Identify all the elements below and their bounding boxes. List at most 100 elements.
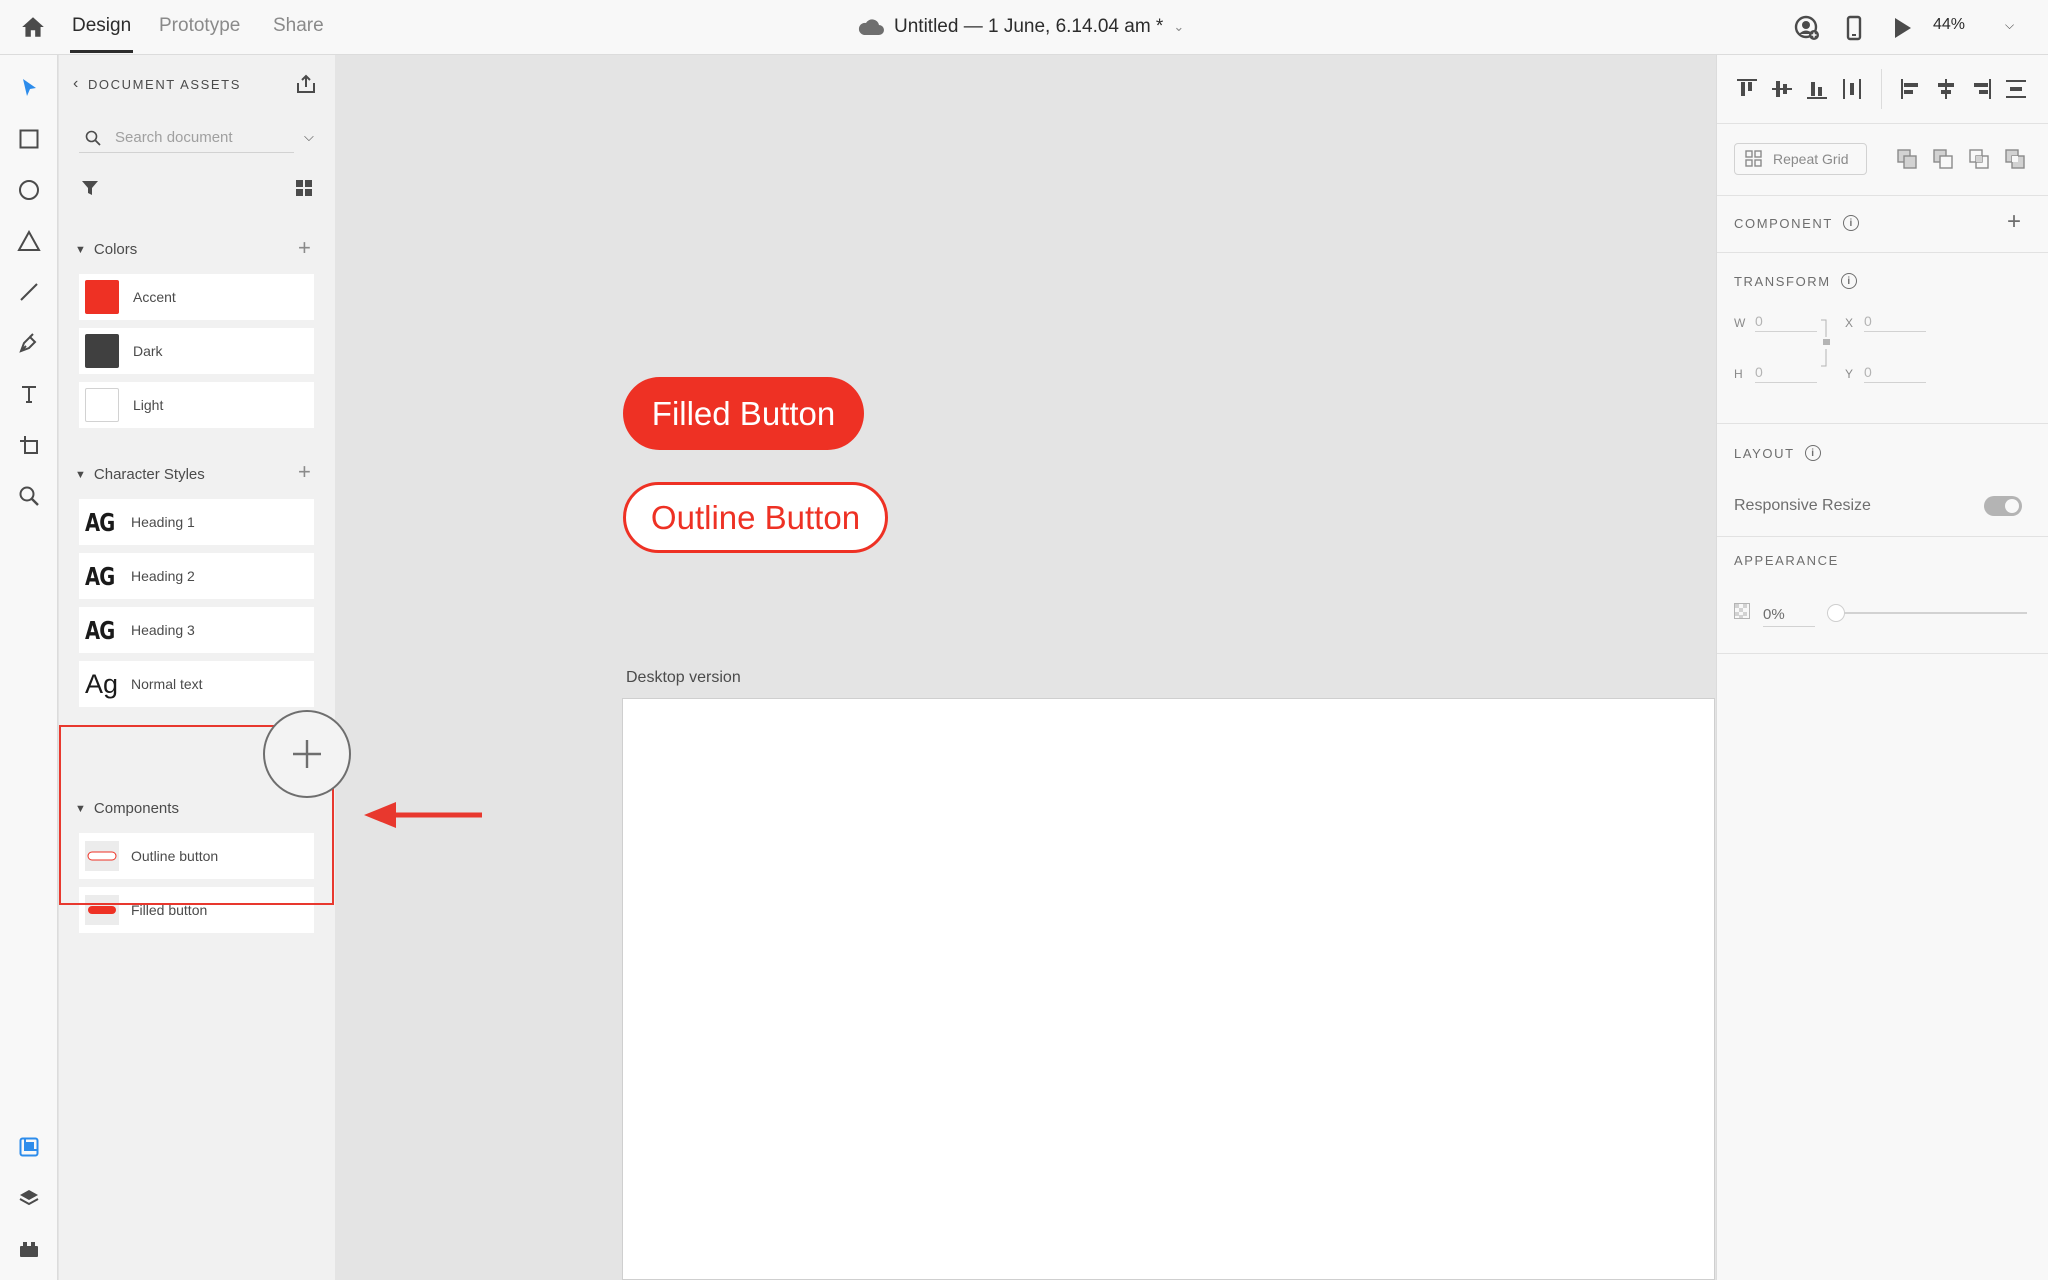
document-title[interactable]: Untitled — 1 June, 6.14.04 am * ⌄ <box>858 14 1184 40</box>
subtract-boolean-icon[interactable] <box>1931 147 1955 171</box>
info-icon[interactable]: i <box>1840 273 1857 289</box>
plus-icon <box>293 740 321 768</box>
text-icon[interactable] <box>14 379 44 409</box>
lock-aspect-icon[interactable] <box>1821 319 1831 367</box>
pen-icon[interactable] <box>14 328 44 358</box>
align-bottom-icon[interactable] <box>1803 75 1831 103</box>
select-icon[interactable] <box>14 73 44 103</box>
align-middle-icon[interactable] <box>1768 75 1796 103</box>
color-item-accent[interactable]: Accent <box>79 274 314 320</box>
exclude-boolean-icon[interactable] <box>2003 147 2027 171</box>
distribute-horizontal-icon[interactable] <box>2002 75 2030 103</box>
artboard-icon[interactable] <box>14 430 44 460</box>
component-label: Outline button <box>131 848 219 864</box>
cloud-icon <box>858 19 884 35</box>
add-component-button[interactable] <box>263 710 351 798</box>
repeat-grid-button[interactable]: Repeat Grid <box>1734 143 1867 175</box>
plugins-icon[interactable] <box>14 1234 44 1264</box>
style-preview: AG <box>85 615 115 645</box>
component-item-filled-button[interactable]: Filled button <box>79 887 314 933</box>
x-field[interactable] <box>1864 310 1926 332</box>
color-item-dark[interactable]: Dark <box>79 328 314 374</box>
components-section-toggle[interactable]: ▼ Components <box>75 800 179 817</box>
character-style-item[interactable]: AG Heading 1 <box>79 499 314 545</box>
color-swatch <box>85 388 119 422</box>
components-section-title: Components <box>93 800 179 817</box>
align-left-icon[interactable] <box>1897 75 1925 103</box>
section-divider <box>1717 653 2048 654</box>
component-item-outline-button[interactable]: Outline button <box>79 833 314 879</box>
line-icon[interactable] <box>14 277 44 307</box>
style-preview: AG <box>85 561 115 591</box>
color-label: Light <box>133 397 164 413</box>
y-field[interactable] <box>1864 361 1926 383</box>
play-icon[interactable] <box>1888 14 1916 42</box>
colors-section-toggle[interactable]: ▼ Colors <box>75 241 137 258</box>
transform-section: TRANSFORM i <box>1734 273 1857 289</box>
user-add-icon[interactable] <box>1793 14 1821 42</box>
tab-share[interactable]: Share <box>273 15 324 37</box>
opacity-slider-track[interactable] <box>1827 612 2027 614</box>
home-icon[interactable] <box>20 14 46 40</box>
character-style-item[interactable]: AG Heading 3 <box>79 607 314 653</box>
distribute-vertical-icon[interactable] <box>1838 75 1866 103</box>
layout-title: LAYOUT <box>1734 445 1795 461</box>
color-item-light[interactable]: Light <box>79 382 314 428</box>
tab-design[interactable]: Design <box>69 15 134 53</box>
info-icon[interactable]: i <box>1804 445 1821 461</box>
layout-section: LAYOUT i <box>1734 445 1821 461</box>
transform-title: TRANSFORM <box>1734 273 1831 289</box>
filled-button-component[interactable]: Filled Button <box>623 377 864 450</box>
share-icon[interactable] <box>295 73 317 95</box>
repeat-grid-icon <box>1745 150 1762 167</box>
add-boolean-icon[interactable] <box>1895 147 1919 171</box>
section-divider <box>1717 423 2048 424</box>
layers-icon[interactable] <box>14 1183 44 1213</box>
zoom-dropdown[interactable]: 44% ⌵ <box>1933 16 2014 34</box>
character-styles-section-toggle[interactable]: ▼ Character Styles <box>75 466 205 483</box>
create-component-button[interactable]: + <box>2007 210 2021 234</box>
component-title: COMPONENT <box>1734 215 1833 231</box>
info-icon[interactable]: i <box>1842 215 1859 231</box>
add-character-style-button[interactable]: + <box>298 461 311 483</box>
character-styles-section-title: Character Styles <box>93 466 205 483</box>
assets-icon[interactable] <box>14 1132 44 1162</box>
zoom-icon[interactable] <box>14 481 44 511</box>
filter-icon[interactable] <box>81 179 99 197</box>
polygon-icon[interactable] <box>14 226 44 256</box>
section-divider <box>1717 123 2048 124</box>
width-field[interactable] <box>1755 310 1817 332</box>
chevron-down-icon[interactable]: ⌵ <box>304 129 314 145</box>
character-style-item[interactable]: AG Heading 2 <box>79 553 314 599</box>
width-label: W <box>1734 316 1746 330</box>
opacity-field[interactable] <box>1763 603 1815 627</box>
repeat-grid-label: Repeat Grid <box>1773 151 1849 167</box>
align-top-icon[interactable] <box>1733 75 1761 103</box>
chevron-left-icon: ‹ <box>73 75 80 92</box>
height-field[interactable] <box>1755 361 1817 383</box>
appearance-title: APPEARANCE <box>1734 553 1839 568</box>
add-color-button[interactable]: + <box>298 237 311 259</box>
artboard-desktop[interactable] <box>622 698 1715 1280</box>
document-title-text: Untitled — 1 June, 6.14.04 am * <box>894 16 1164 37</box>
character-style-item[interactable]: Ag Normal text <box>79 661 314 707</box>
left-toolbar <box>0 55 58 1280</box>
grid-view-icon[interactable] <box>295 179 313 197</box>
color-label: Dark <box>133 343 163 359</box>
ellipse-icon[interactable] <box>14 175 44 205</box>
tab-prototype[interactable]: Prototype <box>159 15 240 37</box>
responsive-resize-toggle[interactable] <box>1984 496 2022 516</box>
intersect-boolean-icon[interactable] <box>1967 147 1991 171</box>
align-right-icon[interactable] <box>1967 75 1995 103</box>
search-input[interactable] <box>115 129 275 146</box>
align-center-icon[interactable] <box>1932 75 1960 103</box>
rectangle-icon[interactable] <box>14 124 44 154</box>
component-thumbnail <box>85 841 119 871</box>
assets-back-button[interactable]: ‹ DOCUMENT ASSETS <box>73 75 241 93</box>
opacity-slider-thumb[interactable] <box>1827 604 1845 622</box>
device-preview-icon[interactable] <box>1840 14 1868 42</box>
section-divider <box>1717 195 2048 196</box>
artboard-title[interactable]: Desktop version <box>626 669 741 687</box>
section-divider <box>1717 536 2048 537</box>
outline-button-component[interactable]: Outline Button <box>623 482 888 553</box>
